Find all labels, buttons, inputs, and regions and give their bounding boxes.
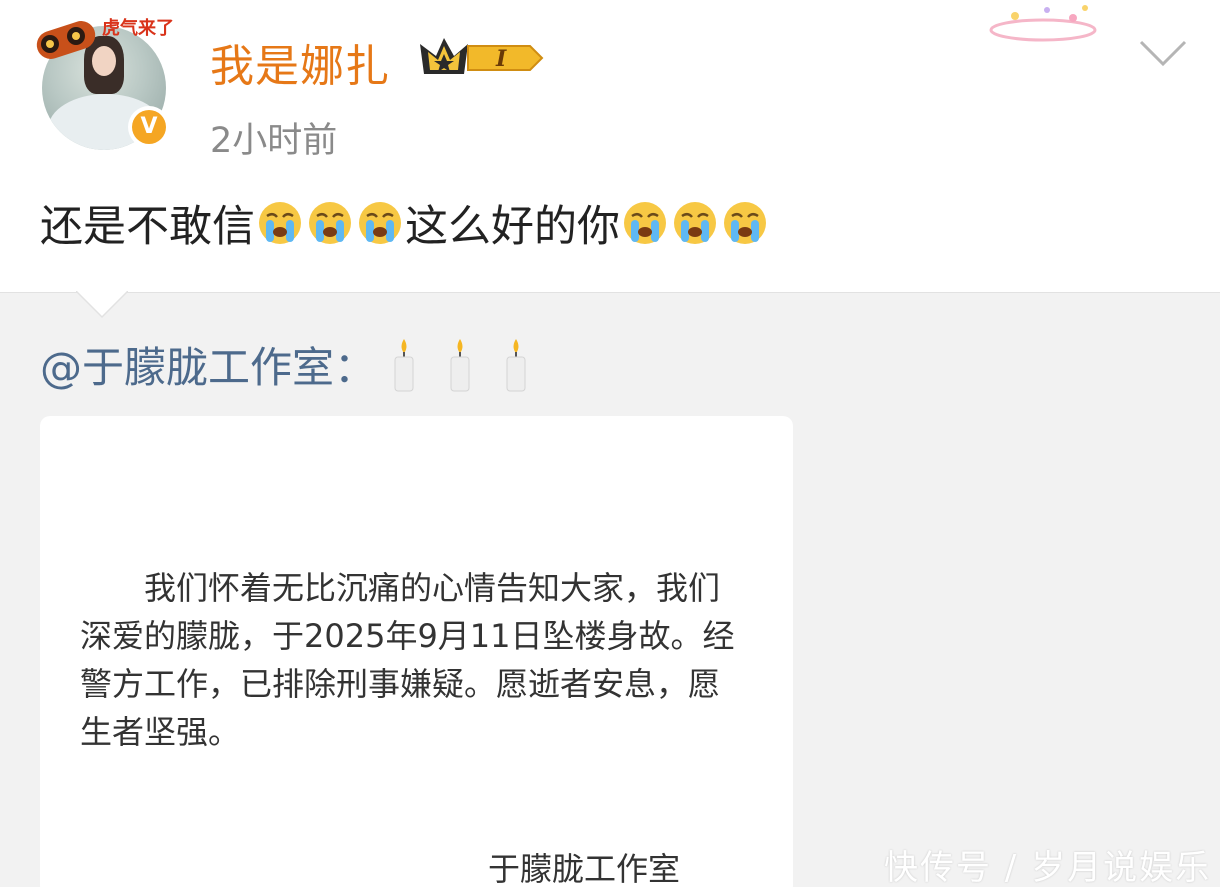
candle-icon — [394, 338, 414, 391]
crying-face-icon — [624, 202, 666, 244]
crying-face-icon — [674, 202, 716, 244]
post-text-part1: 还是不敢信 — [40, 202, 255, 252]
candle-group — [386, 337, 534, 393]
repost-notch-icon — [76, 291, 128, 319]
watermark: 快传号 / 岁月说娱乐 — [884, 848, 1212, 888]
crying-face-icon — [309, 202, 351, 244]
frame-text: 虎气来了 — [102, 17, 174, 39]
repost-author-link[interactable]: @于朦胧工作室 — [40, 334, 334, 395]
member-crown-icon[interactable]: I — [418, 34, 546, 82]
verified-icon: V — [132, 110, 166, 144]
crying-face-icon — [259, 202, 301, 244]
statement-signature: 于朦胧工作室 — [488, 850, 681, 888]
post-timestamp: 2小时前 — [210, 121, 338, 161]
post-text-part2: 这么好的你 — [405, 202, 620, 252]
repost-section[interactable]: @于朦胧工作室 ： 我们怀着无比沉痛的心情告知大家，我们深爱的朦胧，于2025年… — [0, 291, 1220, 896]
decoration-icon — [989, 5, 1097, 42]
post-card: 虎气来了 V 我是娜扎 I 2小时前 还是不敢信 这么好的你 — [0, 0, 1220, 292]
username[interactable]: 我是娜扎 — [210, 30, 390, 94]
divider — [0, 292, 1220, 293]
member-level-text: I — [495, 46, 507, 72]
chevron-down-icon[interactable] — [1138, 36, 1188, 70]
statement-text: 我们怀着无比沉痛的心情告知大家，我们深爱的朦胧，于2025年9月11日坠楼身故。… — [80, 569, 735, 751]
avatar-frame-icon: 虎气来了 — [36, 17, 174, 59]
repost-header: @于朦胧工作室 ： — [40, 334, 534, 395]
verified-badge: V — [128, 106, 170, 148]
crying-emoji-group-2 — [622, 200, 768, 246]
candle-icon — [506, 338, 526, 391]
statement-image[interactable]: 我们怀着无比沉痛的心情告知大家，我们深爱的朦胧，于2025年9月11日坠楼身故。… — [40, 416, 793, 896]
post-text: 还是不敢信 这么好的你 — [40, 192, 770, 254]
crying-emoji-group-1 — [257, 200, 403, 246]
crying-face-icon — [359, 202, 401, 244]
repost-separator: ： — [334, 343, 377, 392]
candle-icon — [450, 338, 470, 391]
crying-face-icon — [724, 202, 766, 244]
user-avatar[interactable]: 虎气来了 V — [32, 6, 182, 156]
